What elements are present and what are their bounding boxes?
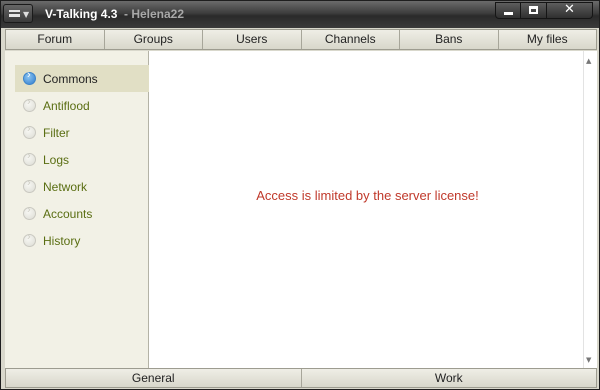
close-icon: ✕	[564, 2, 575, 17]
maximize-icon	[529, 6, 538, 14]
chevron-down-icon: ▼	[23, 10, 30, 19]
hamburger-icon	[9, 10, 20, 17]
content-scrollbar[interactable]: ▲ ▼	[583, 51, 597, 368]
tab-bans[interactable]: Bans	[400, 30, 499, 49]
arrow-circle-icon	[23, 123, 36, 139]
license-warning-message: Access is limited by the server license!	[256, 188, 479, 203]
sidebar-item-antiflood[interactable]: Antiflood	[15, 92, 149, 119]
content-panel: Access is limited by the server license!	[149, 51, 583, 368]
window-controls: ✕	[495, 2, 593, 21]
sidebar-item-filter[interactable]: Filter	[15, 119, 149, 146]
tab-forum[interactable]: Forum	[6, 30, 105, 49]
sidebar-item-commons[interactable]: Commons	[15, 65, 149, 92]
app-title: V-Talking 4.3	[45, 7, 118, 21]
sidebar-item-label: Logs	[43, 152, 70, 167]
arrow-circle-icon	[23, 231, 36, 247]
sidebar-item-label: Filter	[43, 125, 70, 140]
tab-channels[interactable]: Channels	[302, 30, 400, 49]
sidebar-item-logs[interactable]: Logs	[15, 146, 149, 173]
sidebar-item-network[interactable]: Network	[15, 173, 149, 200]
app-menu-button[interactable]: ▼	[3, 4, 33, 23]
scroll-down-icon[interactable]: ▼	[586, 356, 591, 364]
tab-my-files[interactable]: My files	[499, 30, 597, 49]
scroll-up-icon[interactable]: ▲	[586, 57, 591, 65]
tab-groups[interactable]: Groups	[105, 30, 203, 49]
minimize-icon	[504, 12, 513, 15]
arrow-circle-icon	[23, 150, 36, 166]
main-tab-bar: Forum Groups Users Channels Bans My file…	[5, 29, 597, 50]
tab-work[interactable]: Work	[302, 369, 597, 387]
sidebar-item-label: Network	[43, 179, 88, 194]
sidebar-item-label: Antiflood	[43, 98, 90, 113]
sidebar-item-label: Accounts	[43, 206, 93, 221]
app-window: ▼ V-Talking 4.3 - Helena22 ✕ Forum Group…	[0, 0, 600, 390]
sidebar-item-label: Commons	[43, 71, 98, 86]
settings-sidebar: Commons Antiflood Filter Logs Network Ac…	[5, 51, 149, 368]
sidebar-item-label: History	[43, 233, 81, 248]
title-bar[interactable]: ▼ V-Talking 4.3 - Helena22 ✕	[1, 1, 599, 28]
arrow-circle-icon	[23, 204, 36, 220]
maximize-button[interactable]	[521, 2, 547, 19]
arrow-circle-icon	[23, 96, 36, 112]
settings-nav: Commons Antiflood Filter Logs Network Ac…	[15, 65, 149, 254]
tab-general[interactable]: General	[6, 369, 302, 387]
arrow-circle-icon	[23, 177, 36, 193]
bottom-tab-bar: General Work	[5, 368, 597, 388]
close-button[interactable]: ✕	[547, 2, 593, 19]
minimize-button[interactable]	[495, 2, 521, 19]
arrow-circle-icon	[23, 69, 36, 85]
sidebar-item-accounts[interactable]: Accounts	[15, 200, 149, 227]
tab-users[interactable]: Users	[203, 30, 302, 49]
sidebar-item-history[interactable]: History	[15, 227, 149, 254]
user-name-title: - Helena22	[124, 7, 185, 21]
